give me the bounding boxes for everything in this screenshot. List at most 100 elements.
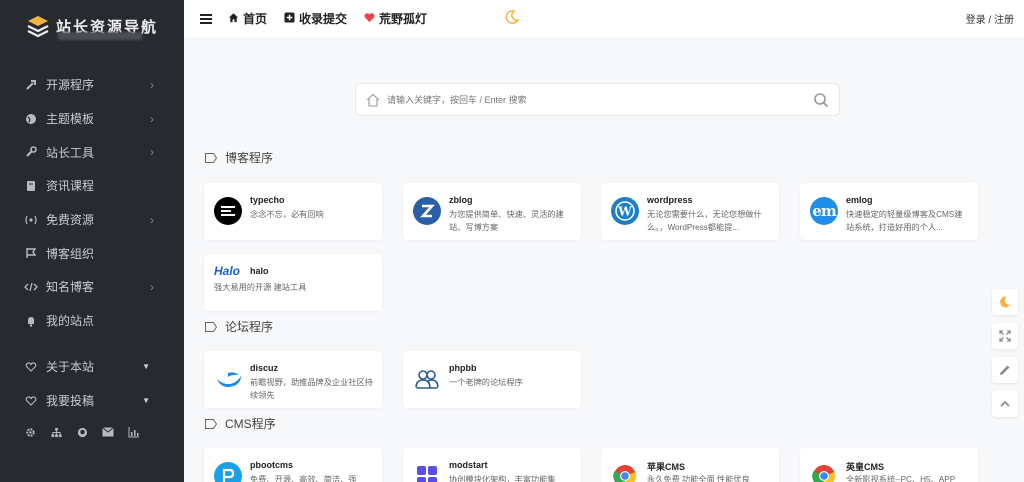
sidebar-item-label: 站长工具 <box>46 145 95 160</box>
caret-down-icon: ▼ <box>142 396 150 406</box>
menu-toggle-icon[interactable] <box>200 13 212 24</box>
fork-icon <box>24 78 38 92</box>
sidebar-item-submit[interactable]: 我要投稿 ▼ <box>0 384 184 418</box>
sidebar-item-label: 免费资源 <box>46 213 95 228</box>
sidebar-item-blog-orgs[interactable]: 博客组织 <box>0 236 184 270</box>
sidebar-item-label: 知名博客 <box>46 280 95 295</box>
sidebar-item-open-source[interactable]: 开源程序 › <box>0 68 184 102</box>
site-card-name: phpbb <box>449 363 477 373</box>
tag-icon <box>205 152 217 163</box>
site-card-pbootcms[interactable]: pbootcms 免费、开源、高效、简洁、强 <box>204 448 382 482</box>
site-card-apple-cms[interactable]: 苹果CMS 永久免费 功能全面 性能优良 <box>601 448 779 482</box>
site-card-desc: 免费、开源、高效、简洁、强 <box>250 475 357 482</box>
header-nav-label: 收录提交 <box>299 12 348 26</box>
site-card-desc: 协创模块化架构，丰富功能集 <box>449 475 556 482</box>
home-icon <box>228 12 239 26</box>
search-icon[interactable] <box>813 92 829 108</box>
section-title-text: 博客程序 <box>225 151 274 165</box>
tag-icon <box>205 321 217 332</box>
site-card-typecho[interactable]: typecho 念念不忘，必有回响 <box>204 183 382 240</box>
login-register-link[interactable]: 登录 / 注册 <box>966 11 1014 26</box>
site-card-zblog[interactable]: zblog 为您提供简单、快速、灵活的建站、写博方案 <box>403 183 581 240</box>
wrench-icon <box>24 145 38 159</box>
logo-subtitle-blurred <box>58 32 142 40</box>
heart-outline-icon <box>24 394 38 408</box>
site-card-desc: 强大易用的开源 建站工具 <box>214 283 307 292</box>
sidebar-item-about[interactable]: 关于本站 ▼ <box>0 350 184 384</box>
broadcast-icon <box>24 213 38 227</box>
caret-down-icon: ▼ <box>142 362 150 372</box>
phpbb-logo-icon <box>413 365 441 393</box>
github-icon[interactable] <box>76 426 88 438</box>
sitemap-icon[interactable] <box>50 426 62 438</box>
halo-logo-icon: Halo <box>214 264 241 278</box>
back-to-top-button[interactable] <box>992 391 1018 417</box>
chevron-right-icon: › <box>150 212 154 227</box>
site-card-discuz[interactable]: discuz 前瞻视野，助推品牌及企业社区持续领先 <box>204 351 382 408</box>
emlog-logo-icon: em <box>810 197 838 225</box>
site-card-phpbb[interactable]: phpbb 一个老牌的论坛程序 <box>403 351 581 408</box>
site-card-name: modstart <box>449 460 488 470</box>
modstart-logo-icon <box>413 462 441 482</box>
site-card-name: 英皇CMS <box>846 462 884 472</box>
site-card-name: halo <box>250 266 269 276</box>
site-card-yinghuang-cms[interactable]: 英皇CMS 全新影视系统--PC、H5、APP <box>800 448 978 482</box>
expand-icon <box>999 330 1011 342</box>
section-title-blog: 博客程序 <box>205 149 273 166</box>
site-card-wordpress[interactable]: W wordpress 无论您需要什么，无论您想做什么。，WordPress都能… <box>601 183 779 240</box>
discuz-logo-icon <box>214 365 242 393</box>
home-outline-icon[interactable] <box>365 92 381 108</box>
sidebar: 站长资源导航 开源程序 › 主题模板 › 站长工具 › 资讯课程 免费资源 › … <box>0 0 184 482</box>
header-nav-submit[interactable]: 收录提交 <box>284 10 347 27</box>
chevron-right-icon: › <box>150 145 154 160</box>
header-nav-home[interactable]: 首页 <box>228 10 267 27</box>
site-logo[interactable]: 站长资源导航 <box>0 0 184 52</box>
sidebar-item-webmaster-tools[interactable]: 站长工具 › <box>0 135 184 169</box>
bell-icon <box>24 314 38 328</box>
dark-mode-button[interactable] <box>992 289 1018 315</box>
sidebar-item-label: 博客组织 <box>46 246 95 261</box>
sidebar-item-label: 开源程序 <box>46 78 95 93</box>
section-title-cms: CMS程序 <box>205 415 276 432</box>
search-bar <box>355 83 840 116</box>
sidebar-item-label: 我要投稿 <box>46 394 95 409</box>
section-title-forum: 论坛程序 <box>205 318 273 335</box>
sidebar-item-courses[interactable]: 资讯课程 <box>0 169 184 203</box>
sidebar-item-free-resources[interactable]: 免费资源 › <box>0 203 184 237</box>
moon-icon[interactable] <box>504 9 520 25</box>
search-input[interactable] <box>387 94 813 105</box>
section-title-text: CMS程序 <box>225 417 276 431</box>
bar-chart-icon[interactable] <box>128 426 140 438</box>
zblog-logo-icon <box>413 197 441 225</box>
mail-icon[interactable] <box>102 426 114 438</box>
chevron-right-icon: › <box>150 77 154 92</box>
sidebar-item-themes[interactable]: 主题模板 › <box>0 102 184 136</box>
pencil-icon <box>1000 365 1010 375</box>
site-card-halo[interactable]: Halo halo 强大易用的开源 建站工具 <box>204 254 382 311</box>
site-card-desc: 全新影视系统--PC、H5、APP <box>846 475 956 482</box>
site-card-modstart[interactable]: modstart 协创模块化架构，丰富功能集 <box>403 448 581 482</box>
site-card-desc: 无论您需要什么，无论您想做什么。，WordPress都能提... <box>647 210 762 232</box>
header-nav-blog[interactable]: 荒野孤灯 <box>364 10 427 27</box>
site-card-name: emlog <box>846 195 873 205</box>
sidebar-item-label: 主题模板 <box>46 112 95 127</box>
site-card-emlog[interactable]: em emlog 快速稳定的轻量级博客及CMS建站系统，打造好用的个人... <box>800 183 978 240</box>
fullscreen-button[interactable] <box>992 323 1018 349</box>
heart-icon <box>364 12 375 26</box>
edit-button[interactable] <box>992 357 1018 383</box>
site-card-desc: 永久免费 功能全面 性能优良 <box>647 475 750 482</box>
emlog-logo-text: em <box>812 202 836 220</box>
tag-icon <box>205 418 217 429</box>
wordpress-logo-icon: W <box>611 197 639 225</box>
chevron-right-icon: › <box>150 111 154 126</box>
chevron-right-icon: › <box>150 279 154 294</box>
code-icon <box>24 280 38 294</box>
gear-icon[interactable] <box>24 426 36 438</box>
section-title-text: 论坛程序 <box>225 320 274 334</box>
heart-outline-icon <box>24 360 38 374</box>
site-card-name: discuz <box>250 363 279 373</box>
sidebar-nav-secondary: 关于本站 ▼ 我要投稿 ▼ <box>0 350 184 417</box>
sidebar-item-my-sites[interactable]: 我的站点 <box>0 304 184 338</box>
chrome-logo-icon <box>810 462 838 482</box>
sidebar-item-famous-blogs[interactable]: 知名博客 › <box>0 270 184 304</box>
